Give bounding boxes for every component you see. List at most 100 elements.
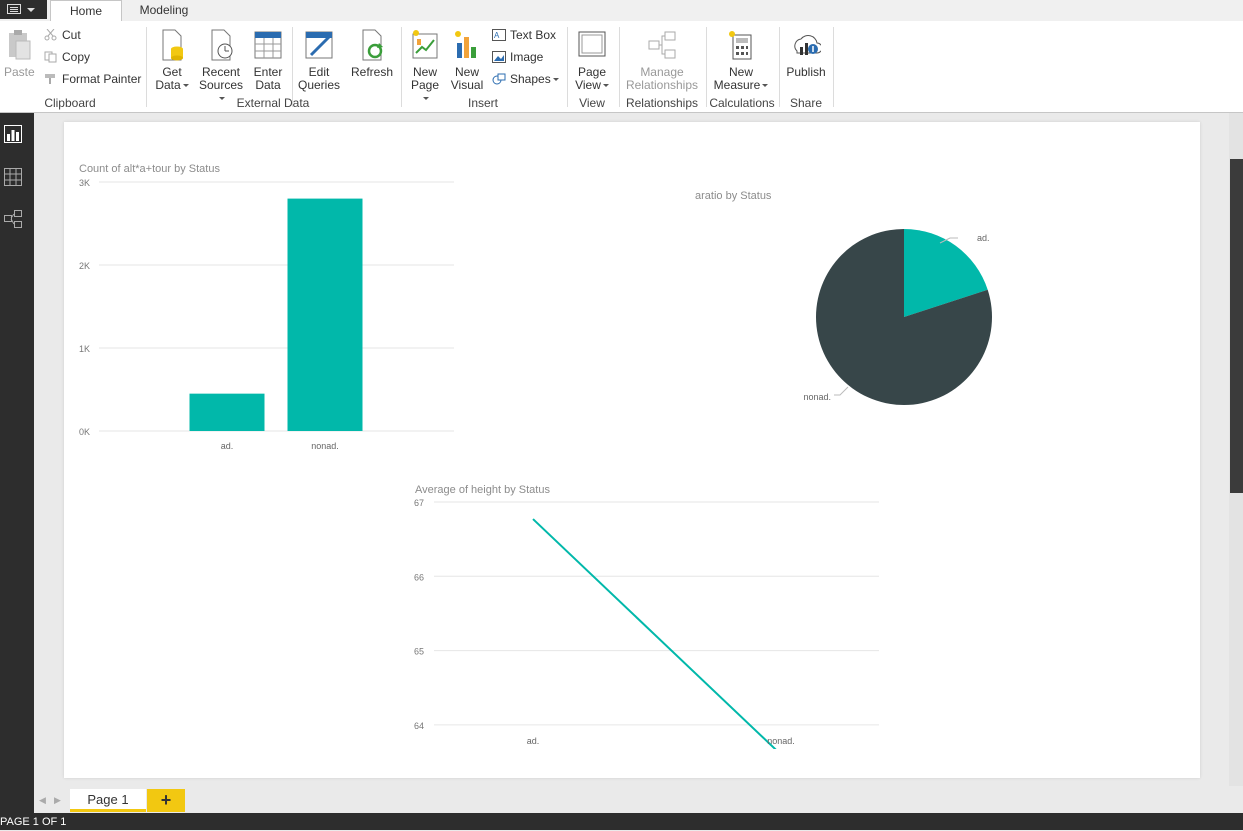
paste-label: Paste — [4, 65, 35, 79]
report-canvas: Count of alt*a+tour by Status 0K 1K 2K 3K ad… — [64, 122, 1200, 778]
right-pane-strip — [1229, 113, 1243, 813]
new-visual-button[interactable]: New Visual — [449, 29, 485, 92]
left-nav — [0, 113, 34, 813]
group-label-view: View — [579, 96, 605, 110]
edit-queries-button[interactable]: Edit Queries — [298, 29, 340, 92]
refresh-label: Refresh — [350, 65, 394, 79]
pie-chart[interactable]: ad. nonad. — [784, 217, 1034, 417]
enter-data-button[interactable]: Enter Data — [250, 29, 286, 92]
text-box-button[interactable]: A Text Box — [492, 26, 556, 44]
y-tick-label: 67 — [414, 498, 424, 508]
text-box-icon: A — [492, 29, 506, 41]
line-series — [532, 518, 777, 749]
image-icon — [492, 51, 506, 63]
format-painter-button[interactable]: Format Painter — [44, 70, 141, 88]
publish-icon — [794, 35, 823, 55]
chevron-down-icon — [182, 84, 189, 87]
data-view-button[interactable] — [4, 168, 22, 186]
shapes-label: Shapes — [510, 72, 551, 86]
new-visual-label-2: Visual — [450, 78, 484, 92]
ribbon-separator — [567, 27, 568, 107]
grid-icon — [4, 168, 22, 186]
paste-icon — [9, 30, 31, 60]
shapes-button[interactable]: Shapes — [492, 70, 559, 88]
y-tick-label: 3K — [79, 178, 90, 188]
pie-label: nonad. — [803, 392, 831, 402]
cut-button[interactable]: Cut — [44, 26, 81, 44]
line-chart[interactable]: 64 65 66 67 ad. nonad. — [409, 494, 889, 749]
group-label-external-data: External Data — [236, 96, 310, 110]
y-tick-label: 1K — [79, 344, 90, 354]
ribbon-separator — [619, 27, 620, 107]
ribbon-separator — [706, 27, 707, 107]
report-icon — [4, 125, 22, 143]
x-tick-label: ad. — [527, 736, 540, 746]
edit-queries-icon — [305, 31, 333, 59]
new-measure-button[interactable]: New Measure — [712, 29, 770, 92]
new-page-icon — [412, 30, 438, 59]
x-tick-label: nonad. — [767, 736, 795, 746]
group-label-clipboard: Clipboard — [44, 96, 96, 110]
get-data-button[interactable]: Get Data — [153, 29, 191, 92]
image-label: Image — [510, 50, 544, 64]
chevron-down-icon — [762, 84, 769, 87]
tab-home[interactable]: Home — [50, 0, 122, 21]
copy-label: Copy — [62, 50, 91, 64]
new-page-button[interactable]: New Page — [407, 29, 443, 105]
page-view-button[interactable]: Page View — [573, 29, 611, 92]
manage-relationships-button[interactable]: Manage Relationships — [624, 29, 700, 92]
relationships-icon — [648, 31, 676, 59]
text-box-label: Text Box — [510, 28, 557, 42]
group-label-relationships: Relationships — [625, 96, 699, 110]
paintbrush-icon — [45, 74, 55, 84]
chevron-down-icon — [27, 8, 35, 12]
chevron-down-icon — [602, 84, 609, 87]
ribbon-separator — [146, 27, 147, 107]
bar-nonad — [287, 198, 363, 431]
table-icon — [254, 31, 282, 59]
page-tab-bar — [34, 786, 1243, 813]
report-view-button[interactable] — [4, 125, 22, 143]
publish-button[interactable]: Publish — [785, 29, 827, 79]
y-tick-label: 66 — [414, 572, 424, 582]
bar-chart[interactable]: 0K 1K 2K 3K ad. nonad. — [74, 174, 464, 454]
page-view-icon — [578, 31, 606, 57]
x-tick-label: ad. — [221, 441, 234, 451]
manage-label-2: Relationships — [625, 78, 699, 92]
page-tab-1[interactable]: Page 1 — [70, 789, 146, 812]
group-label-share: Share — [789, 96, 823, 110]
paste-button[interactable]: Paste — [4, 29, 35, 79]
pie-leader-line — [834, 386, 849, 396]
y-tick-label: 64 — [414, 721, 424, 731]
new-page-label-2: Page — [410, 78, 440, 92]
chevron-down-icon — [552, 78, 559, 81]
publish-label: Publish — [786, 65, 826, 79]
copy-icon — [44, 51, 57, 63]
ribbon-separator — [833, 27, 834, 107]
ribbon-separator — [779, 27, 780, 107]
new-visual-icon — [455, 31, 476, 58]
model-icon — [4, 210, 22, 228]
recent-sources-icon — [211, 29, 233, 61]
pie-chart-title: aratio by Status — [695, 190, 772, 202]
copy-button[interactable]: Copy — [44, 48, 90, 66]
tab-modeling[interactable]: Modeling — [125, 0, 203, 21]
group-label-calculations: Calculations — [709, 96, 775, 110]
file-menu-button[interactable] — [0, 0, 47, 19]
y-tick-label: 65 — [414, 647, 424, 657]
recent-sources-button[interactable]: Recent Sources — [197, 29, 245, 105]
scroll-right-icon[interactable]: ▶ — [54, 795, 61, 806]
add-page-button[interactable]: + — [147, 789, 185, 812]
image-button[interactable]: Image — [492, 48, 543, 66]
scroll-left-icon[interactable]: ◀ — [39, 795, 46, 806]
refresh-button[interactable]: Refresh — [350, 29, 394, 79]
cut-label: Cut — [62, 28, 81, 42]
pie-label: ad. — [977, 233, 990, 243]
ribbon-separator — [401, 27, 402, 107]
collapsed-pane[interactable] — [1230, 159, 1243, 493]
new-measure-label-2: Measure — [713, 78, 761, 92]
page-view-label-2: View — [575, 78, 601, 92]
get-data-label-2: Data — [155, 78, 181, 92]
relationships-view-button[interactable] — [4, 210, 22, 228]
database-icon — [162, 29, 183, 61]
